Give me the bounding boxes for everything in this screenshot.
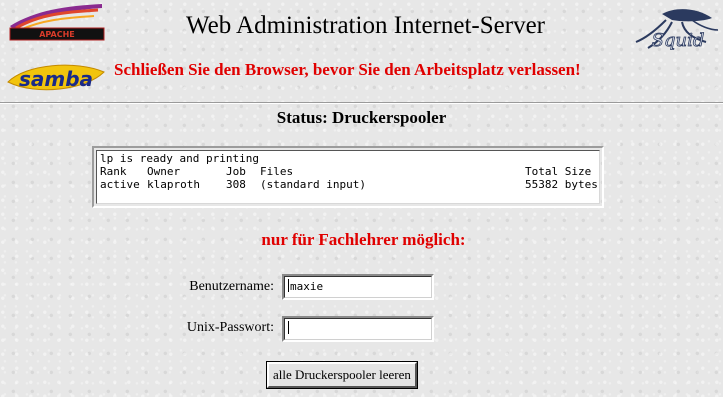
queue-status-line: lp is ready and printing (100, 152, 599, 165)
password-field[interactable] (282, 316, 434, 342)
page-title: Web Administration Internet-Server (186, 12, 545, 39)
queue-header-owner: Owner (147, 165, 181, 178)
queue-header-job: Job (226, 165, 246, 178)
text-caret (288, 279, 289, 292)
queue-header-row: Rank Owner Job Files Total Size (100, 165, 599, 178)
printer-queue-text: lp is ready and printing Rank Owner Job … (96, 150, 600, 204)
queue-header-files: Files (260, 165, 294, 178)
username-value: maxie (290, 280, 324, 293)
teacher-only-notice: nur für Fachlehrer möglich: (261, 230, 466, 249)
queue-status-text: lp is ready and printing (100, 152, 259, 165)
job-files: (standard input) (260, 178, 366, 191)
job-owner: klaproth (147, 178, 200, 191)
queue-header-total-size: Total Size (525, 165, 592, 178)
job-id: 308 (226, 178, 246, 191)
clear-all-spoolers-label: alle Druckerspooler leeren (273, 367, 411, 382)
password-input[interactable] (284, 318, 432, 340)
password-label: Unix-Passwort: (186, 320, 274, 335)
samba-logo-text: samba (19, 67, 93, 91)
header-divider (0, 102, 723, 104)
queue-job-row: active klaproth 308 (standard input) 553… (100, 178, 599, 191)
username-label: Benutzername: (189, 279, 274, 294)
logout-warning: Schließen Sie den Browser, bevor Sie den… (114, 60, 581, 79)
username-field[interactable]: maxie (282, 274, 434, 300)
samba-logo: samba (6, 60, 106, 98)
text-caret (288, 321, 289, 334)
job-total-size: 55382 bytes (525, 178, 598, 191)
username-input[interactable]: maxie (284, 276, 432, 298)
clear-all-spoolers-button[interactable]: alle Druckerspooler leeren (266, 361, 418, 389)
printer-queue-output: lp is ready and printing Rank Owner Job … (92, 146, 604, 208)
job-rank: active (100, 178, 140, 191)
status-heading: Status: Druckerspooler (276, 108, 447, 127)
queue-header-rank: Rank (100, 165, 127, 178)
